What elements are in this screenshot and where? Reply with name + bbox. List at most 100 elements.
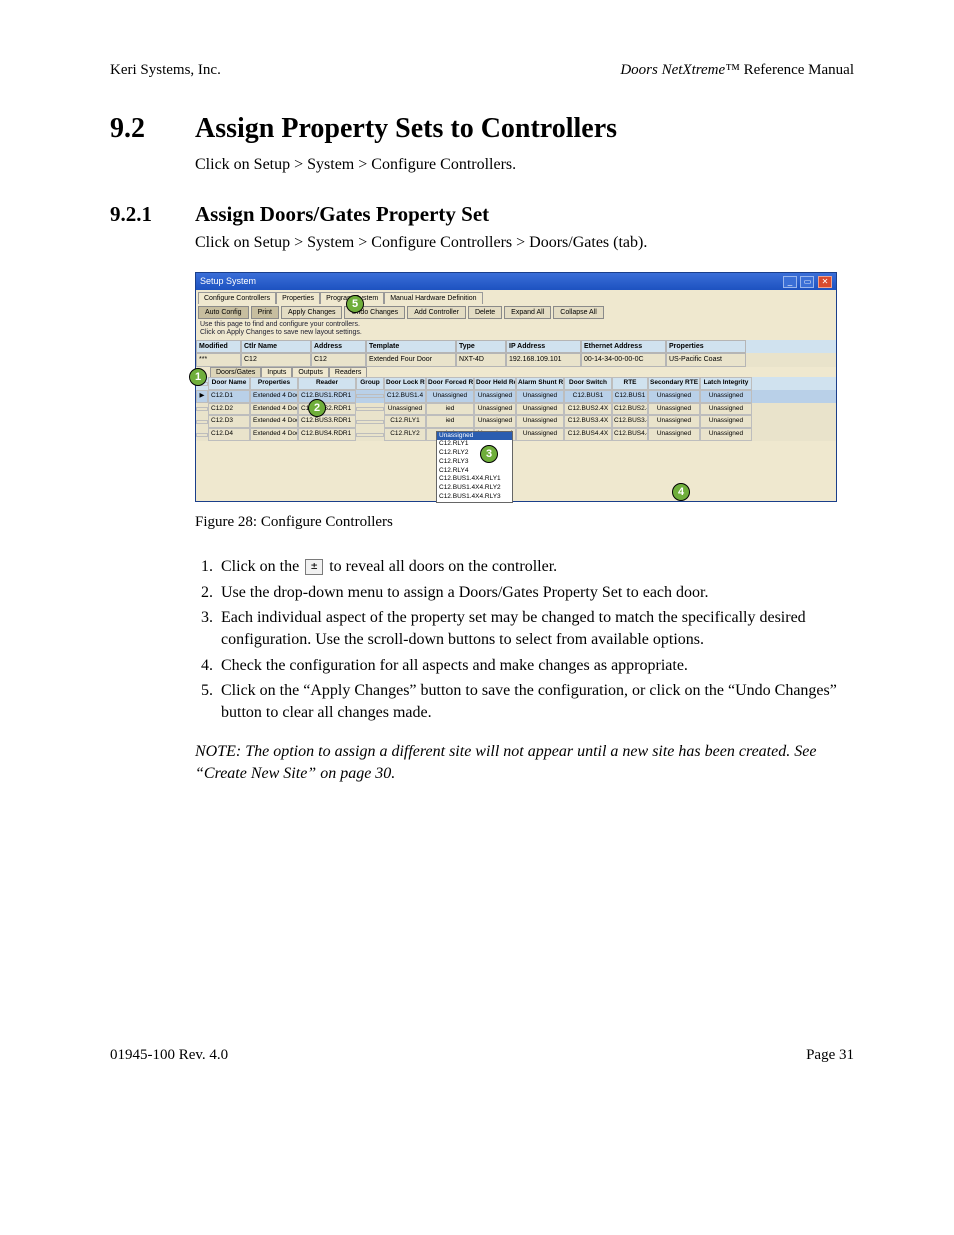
col-ethernet: Ethernet Address <box>581 340 666 353</box>
tab-properties[interactable]: Properties <box>276 292 320 304</box>
door-cell: C12.D1 <box>208 390 250 403</box>
header-doc-title: Doors NetXtreme™ Reference Manual <box>620 60 854 80</box>
subsection-intro: Click on Setup > System > Configure Cont… <box>195 232 854 254</box>
maximize-button[interactable]: ▭ <box>800 276 814 288</box>
subsection-heading: 9.2.1Assign Doors/Gates Property Set <box>110 200 854 228</box>
step-1a: Click on the <box>221 558 303 575</box>
door-lock-dropdown[interactable]: Unassigned C12.RLY1 C12.RLY2 C12.RLY3 C1… <box>436 431 513 503</box>
footer-right: Page 31 <box>806 1045 854 1065</box>
controller-row[interactable]: *** C12 C12 Extended Four Door NXT-4D 19… <box>196 353 836 366</box>
door-cell: Unassigned <box>474 390 516 403</box>
collapse-all-button[interactable]: Collapse All <box>553 306 604 319</box>
door-cell: Unassigned <box>700 415 752 428</box>
door-cell: Unassigned <box>516 390 564 403</box>
tab-manual-hardware[interactable]: Manual Hardware Definition <box>384 292 482 304</box>
door-cell: Unassigned <box>474 403 516 416</box>
subtab-outputs[interactable]: Outputs <box>292 367 329 377</box>
steps-list: Click on the ± to reveal all doors on th… <box>195 556 854 723</box>
minimize-button[interactable]: _ <box>783 276 797 288</box>
door-cell: Unassigned <box>516 415 564 428</box>
apply-changes-button[interactable]: Apply Changes <box>281 306 342 319</box>
door-cell <box>356 420 384 424</box>
header-tm: ™ <box>725 62 740 78</box>
section-title: Assign Property Sets to Controllers <box>195 113 617 144</box>
dd-opt[interactable]: C12.BUS1.4X4.RLY1 <box>437 475 512 484</box>
controller-grid-header: Modified Ctlr Name Address Template Type… <box>196 340 836 353</box>
door-cell: Unassigned <box>474 415 516 428</box>
h-group: Group <box>356 377 384 390</box>
expand-all-button[interactable]: Expand All <box>504 306 551 319</box>
tip-text: Use this page to find and configure your… <box>196 321 836 339</box>
door-cell: Unassigned <box>700 390 752 403</box>
expand-icon[interactable]: ± <box>305 559 323 575</box>
door-cell: C12.BUS1 <box>564 390 612 403</box>
add-controller-button[interactable]: Add Controller <box>407 306 466 319</box>
print-button[interactable]: Print <box>251 306 279 319</box>
callout-1: 1 <box>189 368 207 386</box>
tab-configure-controllers[interactable]: Configure Controllers <box>198 292 276 304</box>
window-title: Setup System <box>200 275 256 287</box>
step-3: Each individual aspect of the property s… <box>217 607 854 650</box>
door-row[interactable]: C12.D3Extended 4 DoorC12.BUS3.RDR1C12.RL… <box>196 415 836 428</box>
tip-line-2: Click on Apply Changes to save new layou… <box>200 329 832 337</box>
figure-caption: Figure 28: Configure Controllers <box>195 512 854 532</box>
subtab-doors-gates[interactable]: Doors/Gates <box>210 367 261 377</box>
door-cell: C12.BUS1.4 <box>384 390 426 403</box>
door-cell <box>356 433 384 437</box>
dd-opt[interactable]: C12.BUS1.4X4.RLY3 <box>437 493 512 502</box>
door-cell: C12.BUS4.4X <box>612 428 648 441</box>
toolbar: Auto Config Print Apply Changes Undo Cha… <box>196 304 836 321</box>
door-cell: C12.D3 <box>208 415 250 428</box>
subtab-readers[interactable]: Readers <box>329 367 367 377</box>
sub-tabs: Doors/Gates Inputs Outputs Readers <box>196 367 836 377</box>
door-cell: C12.BUS3.4X <box>564 415 612 428</box>
door-row[interactable]: C12.D4Extended 4 DoorC12.BUS4.RDR1C12.RL… <box>196 428 836 441</box>
header-doc-type: Reference Manual <box>740 62 854 78</box>
top-tabs: Configure Controllers Properties Program… <box>196 290 836 304</box>
doors-grid-body: ▶C12.D1Extended 4 DoorC12.BUS1.RDR1C12.B… <box>196 390 836 441</box>
door-cell <box>196 407 208 411</box>
door-cell <box>356 394 384 398</box>
h-door-lock: Door Lock Relay <box>384 377 426 390</box>
close-button[interactable]: ✕ <box>818 276 832 288</box>
door-cell: Unassigned <box>700 428 752 441</box>
col-template: Template <box>366 340 456 353</box>
door-cell <box>196 420 208 424</box>
dd-opt[interactable]: C12.RLY2 <box>437 449 512 458</box>
auto-config-button[interactable]: Auto Config <box>198 306 249 319</box>
step-2: Use the drop-down menu to assign a Doors… <box>217 582 854 604</box>
callout-3: 3 <box>480 445 498 463</box>
note-text: NOTE: The option to assign a different s… <box>195 741 854 784</box>
subtab-inputs[interactable]: Inputs <box>261 367 292 377</box>
header-company: Keri Systems, Inc. <box>110 60 221 80</box>
h-door-switch: Door Switch <box>564 377 612 390</box>
dd-opt[interactable]: Unassigned <box>437 432 512 441</box>
door-cell: Extended 4 Door <box>250 403 298 416</box>
h-door-forced: Door Forced Relay <box>426 377 474 390</box>
col-ip: IP Address <box>506 340 581 353</box>
door-cell: C12.BUS3.RDR1 <box>298 415 356 428</box>
door-row[interactable]: ▶C12.D1Extended 4 DoorC12.BUS1.RDR1C12.B… <box>196 390 836 403</box>
door-cell: ied <box>426 415 474 428</box>
h-properties: Properties <box>250 377 298 390</box>
window-titlebar: Setup System _ ▭ ✕ <box>196 273 836 290</box>
step-4: Check the configuration for all aspects … <box>217 655 854 677</box>
dd-opt[interactable]: C12.BUS1.4X4.RLY2 <box>437 484 512 493</box>
dd-opt[interactable]: C12.RLY1 <box>437 440 512 449</box>
window-controls: _ ▭ ✕ <box>782 275 832 288</box>
door-cell: C12.BUS4.4X <box>564 428 612 441</box>
h-alarm-shunt: Alarm Shunt Relay <box>516 377 564 390</box>
door-cell: C12.BUS2.4X <box>564 403 612 416</box>
step-5: Click on the “Apply Changes” button to s… <box>217 680 854 723</box>
door-cell: C12.RLY2 <box>384 428 426 441</box>
subsection-number: 9.2.1 <box>110 200 195 228</box>
door-row[interactable]: C12.D2Extended 4 DoorC12.BUS2.RDR1Unassi… <box>196 403 836 416</box>
section-intro: Click on Setup > System > Configure Cont… <box>195 154 854 176</box>
dd-opt[interactable]: C12.RLY4 <box>437 467 512 476</box>
door-cell: Unassigned <box>384 403 426 416</box>
h-sec-rte: Secondary RTE <box>648 377 700 390</box>
callout-2: 2 <box>308 399 326 417</box>
door-cell: ▶ <box>196 390 208 403</box>
dd-opt[interactable]: C12.RLY3 <box>437 458 512 467</box>
delete-button[interactable]: Delete <box>468 306 502 319</box>
